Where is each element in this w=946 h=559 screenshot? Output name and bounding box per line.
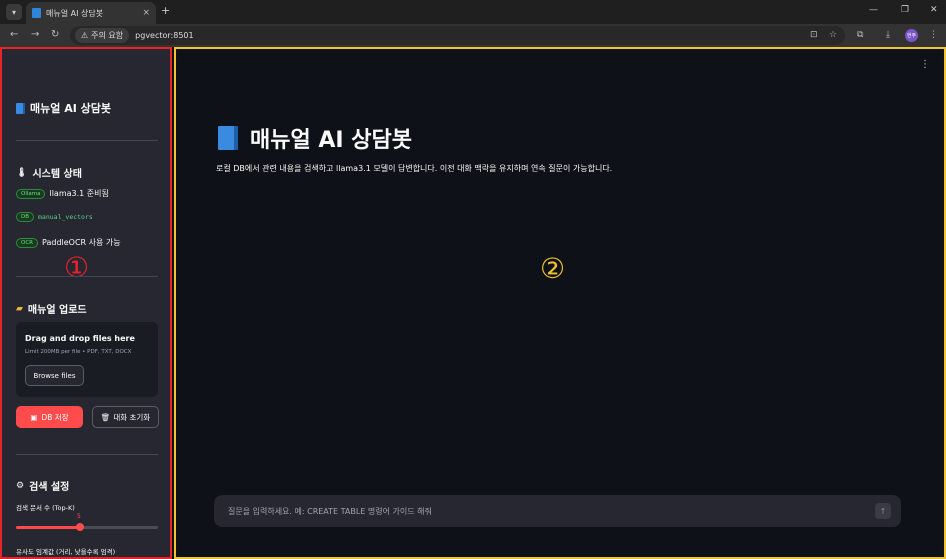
warning-icon: ⚠ bbox=[81, 31, 89, 40]
dropzone-limit: Limit 200MB per file • PDF, TXT, DOCX bbox=[25, 349, 132, 355]
db-save-label: DB 저장 bbox=[41, 412, 69, 422]
reset-chat-button[interactable]: 🗑 대화 초기화 bbox=[92, 406, 159, 428]
page-description: 로컬 DB에서 관련 내용을 검색하고 llama3.1 모델이 답변합니다. … bbox=[216, 164, 613, 173]
main-menu-icon[interactable]: ⋮ bbox=[920, 59, 930, 70]
status-badge: Ollama bbox=[16, 188, 46, 199]
system-status-heading: 🌡 시스템 상태 bbox=[16, 165, 82, 181]
dropzone-title: Drag and drop files here bbox=[25, 334, 135, 343]
divider bbox=[16, 140, 158, 141]
restore-icon[interactable]: ❐ bbox=[901, 5, 909, 15]
topk-slider-fill bbox=[16, 526, 80, 529]
close-tab-icon[interactable]: × bbox=[142, 8, 150, 18]
status-text: PaddleOCR 사용 가능 bbox=[42, 238, 121, 247]
page-title: 매뉴얼 AI 상담봇 bbox=[218, 122, 412, 154]
status-text: llama3.1 준비됨 bbox=[49, 189, 109, 198]
topk-slider-thumb[interactable] bbox=[75, 523, 84, 531]
status-badge: DB bbox=[16, 212, 35, 222]
window-close-icon[interactable]: ✕ bbox=[930, 5, 938, 15]
security-warning-label: 주의 요함 bbox=[91, 31, 124, 40]
translate-icon[interactable]: ⊡ bbox=[810, 30, 818, 40]
book-icon bbox=[32, 8, 41, 18]
browser-menu-icon[interactable]: ⋮ bbox=[929, 30, 938, 40]
divider bbox=[16, 276, 158, 277]
bookmark-star-icon[interactable]: ☆ bbox=[829, 30, 837, 40]
book-icon bbox=[16, 102, 25, 114]
search-settings-title: 검색 설정 bbox=[29, 482, 70, 493]
db-save-button[interactable]: ▣ DB 저장 bbox=[16, 406, 83, 428]
status-text: manual_vectors bbox=[38, 213, 93, 221]
file-dropzone[interactable]: Drag and drop files here Limit 200MB per… bbox=[16, 322, 158, 397]
chat-input[interactable]: 질문을 입력하세요. 예: CREATE TABLE 명령어 가이드 해줘 ↑ bbox=[214, 495, 901, 527]
upload-title: 매뉴얼 업로드 bbox=[27, 305, 87, 316]
topk-value: 5 bbox=[77, 513, 81, 520]
system-status-title: 시스템 상태 bbox=[32, 169, 82, 180]
annotation-marker-1: ① bbox=[64, 251, 90, 284]
address-bar: ← → ↻ ⚠ 주의 요함 pgvector:8501 ⊡ ☆ ⧉ ⤓ 현주 ⋮ bbox=[0, 24, 946, 47]
topk-slider[interactable] bbox=[16, 523, 158, 531]
threshold-label: 유사도 임계값 (거리, 낮을수록 엄격) bbox=[16, 548, 116, 556]
browse-files-button[interactable]: Browse files bbox=[25, 365, 84, 386]
minimize-icon[interactable]: — bbox=[869, 5, 878, 15]
tab-title: 매뉴얼 AI 상담봇 bbox=[46, 8, 104, 18]
reset-chat-label: 대화 초기화 bbox=[113, 412, 151, 422]
forward-icon[interactable]: → bbox=[31, 29, 39, 40]
status-item-ollama: Ollama llama3.1 준비됨 bbox=[16, 188, 109, 199]
browser-tab-bar: ▾ 매뉴얼 AI 상담봇 × + — ❐ ✕ bbox=[0, 0, 946, 24]
send-arrow-icon[interactable]: ↑ bbox=[875, 503, 891, 519]
sidebar-app-title: 매뉴얼 AI 상담봇 bbox=[16, 100, 111, 116]
security-warning-chip[interactable]: ⚠ 주의 요함 bbox=[75, 28, 130, 43]
save-disk-icon: ▣ bbox=[30, 412, 38, 422]
status-badge: OCR bbox=[16, 237, 38, 248]
reload-icon[interactable]: ↻ bbox=[51, 29, 59, 40]
search-settings-heading: ⚙ 검색 설정 bbox=[16, 478, 70, 494]
divider bbox=[16, 454, 158, 455]
upload-heading: ▰ 매뉴얼 업로드 bbox=[16, 301, 87, 317]
annotation-marker-2: ② bbox=[540, 252, 566, 285]
topk-label: 검색 문서 수 (Top-K) bbox=[16, 504, 75, 512]
gear-icon: ⚙ bbox=[16, 480, 25, 491]
download-icon[interactable]: ⤓ bbox=[886, 30, 890, 40]
browser-tab[interactable]: 매뉴얼 AI 상담봇 × bbox=[26, 2, 156, 24]
new-tab-button[interactable]: + bbox=[161, 4, 170, 17]
url-text: pgvector:8501 bbox=[135, 31, 194, 40]
folder-icon: ▰ bbox=[16, 303, 23, 314]
trash-icon: 🗑 bbox=[100, 412, 111, 422]
tab-search-icon[interactable]: ▾ bbox=[6, 4, 22, 20]
status-item-ocr: OCR PaddleOCR 사용 가능 bbox=[16, 237, 121, 248]
main-panel: ⋮ 매뉴얼 AI 상담봇 로컬 DB에서 관련 내용을 검색하고 llama3.… bbox=[174, 47, 946, 559]
thermometer-icon: 🌡 bbox=[16, 167, 28, 178]
profile-avatar[interactable]: 현주 bbox=[905, 29, 918, 42]
back-icon[interactable]: ← bbox=[10, 29, 18, 40]
sidebar: 매뉴얼 AI 상담봇 🌡 시스템 상태 Ollama llama3.1 준비됨 … bbox=[0, 47, 172, 559]
sidebar-app-title-text: 매뉴얼 AI 상담봇 bbox=[30, 102, 111, 115]
url-field[interactable]: ⚠ 주의 요함 pgvector:8501 bbox=[70, 26, 845, 45]
book-icon bbox=[218, 126, 238, 150]
page-title-text: 매뉴얼 AI 상담봇 bbox=[250, 128, 412, 153]
extensions-icon[interactable]: ⧉ bbox=[857, 30, 863, 40]
status-item-db: DB manual_vectors bbox=[16, 212, 93, 222]
chat-input-placeholder: 질문을 입력하세요. 예: CREATE TABLE 명령어 가이드 해줘 bbox=[228, 506, 432, 516]
